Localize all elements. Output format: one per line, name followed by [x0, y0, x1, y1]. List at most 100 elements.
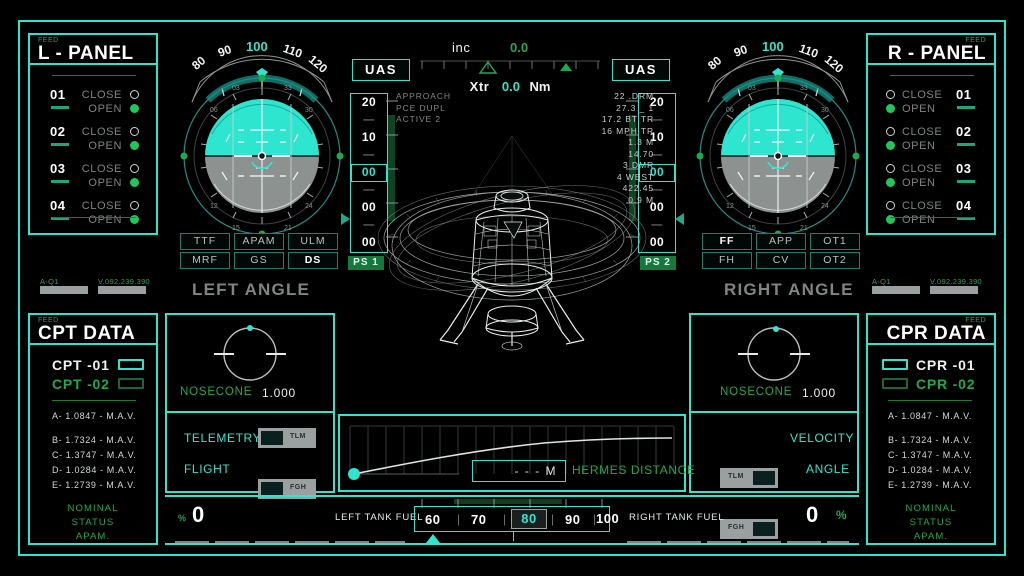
- cpt-status-apam: APAM.: [75, 531, 111, 542]
- port-close-indicator-icon[interactable]: [886, 127, 895, 136]
- right-port-row-01[interactable]: CLOSE OPEN 01: [886, 87, 978, 129]
- left-attitude-indicator[interactable]: 80 90 100 110 120 03 33 06 30 12 24 15 2…: [178, 38, 346, 238]
- left-panel-divider: [165, 411, 335, 413]
- port-open-indicator-icon[interactable]: [130, 104, 139, 113]
- port-open-indicator-icon[interactable]: [130, 178, 139, 187]
- fuel-scale-selected-box[interactable]: 80: [511, 509, 547, 529]
- button-ot1[interactable]: OT1: [810, 233, 860, 250]
- port-close-indicator-icon[interactable]: [886, 201, 895, 210]
- button-fh[interactable]: FH: [702, 252, 752, 269]
- fuel-scale-100: 100: [596, 511, 620, 526]
- uas-right-button[interactable]: UAS: [612, 59, 670, 81]
- port-open-indicator-icon[interactable]: [886, 104, 895, 113]
- port-open-label: OPEN: [902, 177, 936, 189]
- telemetry-toggle[interactable]: TLM: [258, 428, 316, 448]
- cpr-data-header: FEED CPR DATA: [866, 313, 996, 345]
- cpr-row-01-indicator[interactable]: [882, 359, 908, 370]
- button-mrf[interactable]: MRF: [180, 252, 230, 269]
- button-ff[interactable]: FF: [702, 233, 752, 250]
- compass-tick-21: 21: [800, 225, 808, 232]
- right-port-row-03[interactable]: CLOSE OPEN 03: [886, 161, 978, 203]
- left-fuel-segments: [175, 531, 405, 549]
- port-number: 04: [956, 198, 972, 213]
- cpr-row-02-label: CPR -02: [916, 376, 976, 392]
- cpr-row-02-indicator[interactable]: [882, 378, 908, 389]
- cpr-status-status: STATUS: [909, 517, 953, 528]
- port-open-indicator-icon[interactable]: [886, 141, 895, 150]
- right-port-row-02[interactable]: CLOSE OPEN 02: [886, 124, 978, 166]
- toggle-knob: [261, 431, 283, 445]
- uas-left-button[interactable]: UAS: [352, 59, 410, 81]
- port-close-indicator-icon[interactable]: [130, 164, 139, 173]
- left-fuel-value: 0: [192, 502, 205, 527]
- port-close-indicator-icon[interactable]: [130, 201, 139, 210]
- left-port-row-03[interactable]: 03 CLOSE OPEN: [50, 161, 140, 203]
- cpt-status-nominal: NOMINAL: [67, 503, 119, 514]
- left-nosecone-gauge[interactable]: [212, 322, 288, 391]
- compass-tick-21: 21: [284, 225, 292, 232]
- port-open-indicator-icon[interactable]: [886, 178, 895, 187]
- scale-divider: |: [503, 512, 507, 526]
- right-tag-a: A-Q1: [872, 277, 920, 294]
- velocity-toggle-tag: TLM: [728, 473, 744, 480]
- cpt-data-header: FEED CPT DATA: [28, 313, 158, 345]
- button-ttf[interactable]: TTF: [180, 233, 230, 250]
- port-dash: [957, 143, 975, 146]
- left-port-row-01[interactable]: 01 CLOSE OPEN: [50, 87, 140, 129]
- toggle-knob: [261, 482, 283, 496]
- port-dash: [957, 180, 975, 183]
- button-app[interactable]: APP: [756, 233, 806, 250]
- fuel-scale-90: 90: [565, 512, 581, 527]
- port-close-indicator-icon[interactable]: [130, 127, 139, 136]
- cpt-readout-d: D- 1.0284 - M.A.V.: [52, 465, 137, 475]
- port-open-indicator-icon[interactable]: [130, 141, 139, 150]
- right-fuel-segments: [627, 531, 849, 549]
- port-close-label: CLOSE: [902, 163, 943, 175]
- cpt-row-02-indicator[interactable]: [118, 378, 144, 389]
- button-ulm[interactable]: ULM: [288, 233, 338, 250]
- right-attitude-indicator[interactable]: 80 90 100 110 120 03 33 06 30 12 24 15 2…: [694, 38, 862, 238]
- cpt-readout-b: B- 1.7324 - M.A.V.: [52, 435, 137, 445]
- fuel-scale[interactable]: 60 | 70 | 80 | 90 |: [414, 506, 610, 532]
- port-open-label: OPEN: [88, 140, 122, 152]
- left-panel-header: FEED L - PANEL: [28, 33, 158, 65]
- port-close-indicator-icon[interactable]: [130, 90, 139, 99]
- fuel-scale-80: 80: [521, 511, 537, 526]
- port-open-label: OPEN: [902, 214, 936, 226]
- port-close-label: CLOSE: [902, 126, 943, 138]
- port-number: 04: [50, 198, 66, 213]
- button-apam[interactable]: APAM: [234, 233, 284, 250]
- left-port-row-04[interactable]: 04 CLOSE OPEN: [50, 198, 140, 240]
- tag-label: V.092.239.390: [930, 277, 983, 286]
- fuel-scale-marker: [513, 531, 514, 541]
- port-close-indicator-icon[interactable]: [886, 164, 895, 173]
- button-cv[interactable]: CV: [756, 252, 806, 269]
- cpt-row-01-indicator[interactable]: [118, 359, 144, 370]
- compass-tick-03: 03: [748, 85, 756, 92]
- button-gs[interactable]: GS: [234, 252, 284, 269]
- tag-bar: [98, 286, 146, 294]
- divider: [52, 75, 136, 76]
- compass-tick-12: 12: [726, 203, 734, 210]
- right-nosecone-gauge[interactable]: [736, 322, 812, 391]
- left-port-row-02[interactable]: 02 CLOSE OPEN: [50, 124, 140, 166]
- button-ds[interactable]: DS: [288, 252, 338, 269]
- button-ot2[interactable]: OT2: [810, 252, 860, 269]
- port-number: 03: [956, 161, 972, 176]
- hermes-distance-value: - - - M: [472, 460, 566, 482]
- cpr-row-01-label: CPR -01: [916, 357, 976, 373]
- port-number: 02: [956, 124, 972, 139]
- tag-label: A-Q1: [872, 277, 891, 286]
- right-panel-divider: [689, 411, 859, 413]
- hud-root: FEED L - PANEL 01 CLOSE OPEN 02 CLOSE OP…: [0, 0, 1024, 576]
- velocity-toggle[interactable]: TLM: [720, 468, 778, 488]
- right-port-row-04[interactable]: CLOSE OPEN 04: [886, 198, 978, 240]
- cpt-readout-a: A- 1.0847 - M.A.V.: [52, 411, 137, 421]
- flight-toggle-tag: FGH: [290, 484, 307, 491]
- port-close-indicator-icon[interactable]: [886, 90, 895, 99]
- compass-tick-33: 33: [284, 85, 292, 92]
- cpr-readout-e: E- 1.2739 - M.A.V.: [888, 480, 973, 490]
- divider: [890, 217, 974, 218]
- spacecraft-wireframe: [366, 118, 658, 358]
- compass-tick-30: 30: [821, 107, 829, 114]
